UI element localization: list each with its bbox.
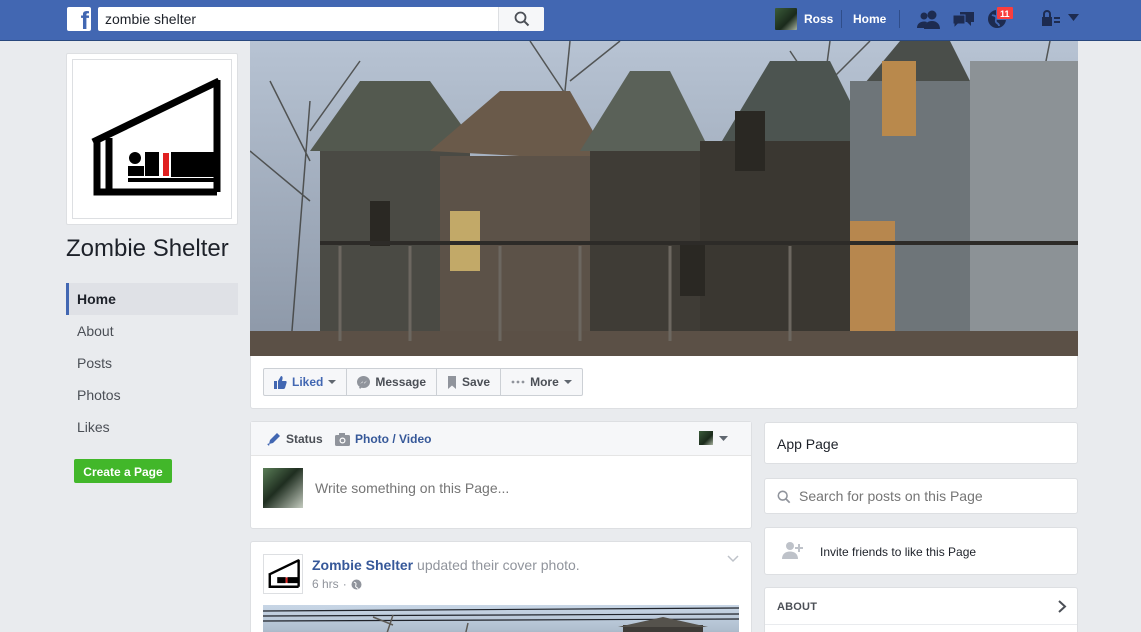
add-friend-icon (782, 542, 803, 559)
friends-icon[interactable] (917, 9, 941, 29)
posting-as-avatar[interactable] (699, 431, 713, 445)
top-bar: f Ross Home 11 (0, 0, 1141, 41)
nav-likes[interactable]: Likes (66, 411, 238, 443)
composer-input[interactable] (315, 480, 735, 496)
nav-about[interactable]: About (66, 315, 238, 347)
nav-posts[interactable]: Posts (66, 347, 238, 379)
bookmark-icon (448, 375, 457, 389)
composer: Status Photo / Video (250, 421, 752, 529)
divider (841, 10, 842, 28)
user-name-link[interactable]: Ross (804, 12, 833, 26)
separator-dot: · (342, 577, 347, 591)
save-label: Save (462, 375, 491, 389)
divider (899, 10, 900, 28)
tab-status[interactable]: Status (267, 432, 323, 446)
messenger-icon (357, 375, 371, 389)
search-box (98, 7, 544, 31)
home-link[interactable]: Home (853, 12, 886, 26)
lock-icon[interactable] (1041, 9, 1061, 29)
dots-icon (511, 380, 525, 384)
liked-label: Liked (292, 375, 324, 389)
user-avatar (263, 468, 303, 508)
tab-status-label: Status (286, 432, 323, 446)
post-author-link[interactable]: Zombie Shelter (312, 557, 413, 573)
save-button[interactable]: Save (437, 369, 502, 395)
page-actions: Liked Message Save More (263, 368, 583, 396)
search-posts-box (764, 478, 1078, 514)
about-header: ABOUT (777, 601, 818, 613)
chevron-down-icon[interactable] (1068, 14, 1079, 21)
nav-photos[interactable]: Photos (66, 379, 238, 411)
message-label: Message (375, 375, 427, 389)
nav-home[interactable]: Home (66, 283, 238, 315)
chevron-right-icon (1058, 600, 1067, 613)
tab-photo-label: Photo / Video (355, 432, 432, 446)
more-label: More (530, 375, 559, 389)
user-avatar[interactable] (775, 8, 797, 30)
post-headline: Zombie Shelter updated their cover photo… (312, 557, 580, 573)
search-input[interactable] (98, 7, 498, 31)
camera-icon (335, 432, 350, 446)
message-button[interactable]: Message (347, 369, 438, 395)
invite-friends-label: Invite friends to like this Page (820, 545, 977, 559)
notification-badge: 11 (996, 6, 1014, 20)
post-action-text: updated their cover photo. (413, 557, 580, 573)
more-button[interactable]: More (501, 369, 582, 395)
shelter-logo-icon (72, 59, 232, 219)
caret-down-icon (563, 380, 572, 384)
caret-down-icon (328, 380, 337, 384)
like-icon (274, 375, 287, 389)
search-icon (514, 11, 530, 27)
profile-picture[interactable] (66, 53, 238, 225)
divider (765, 624, 1077, 625)
facebook-logo-icon[interactable]: f (67, 7, 91, 31)
liked-button[interactable]: Liked (264, 369, 348, 395)
tab-photo-video[interactable]: Photo / Video (335, 432, 431, 446)
search-posts-input[interactable] (799, 479, 1069, 513)
globe-icon (351, 579, 362, 589)
pencil-icon (267, 433, 280, 446)
search-button[interactable] (498, 7, 544, 31)
composer-tabs: Status Photo / Video (251, 422, 751, 456)
create-page-button[interactable]: Create a Page (74, 459, 172, 483)
app-page-card[interactable]: App Page (764, 422, 1078, 464)
feed-post: Zombie Shelter updated their cover photo… (250, 541, 752, 632)
search-icon (777, 490, 791, 504)
post-meta: 6 hrs · (312, 577, 362, 591)
page-title: Zombie Shelter (66, 235, 229, 262)
invite-friends-card[interactable]: Invite friends to like this Page (764, 527, 1078, 575)
post-timestamp[interactable]: 6 hrs (312, 577, 339, 591)
page-avatar[interactable] (263, 554, 303, 594)
chevron-down-icon[interactable] (719, 436, 728, 441)
post-image[interactable] (263, 605, 739, 632)
about-card[interactable]: ABOUT (764, 587, 1078, 632)
messages-icon[interactable] (952, 9, 975, 29)
cover-photo[interactable] (250, 41, 1078, 356)
chevron-down-icon[interactable] (727, 555, 739, 563)
